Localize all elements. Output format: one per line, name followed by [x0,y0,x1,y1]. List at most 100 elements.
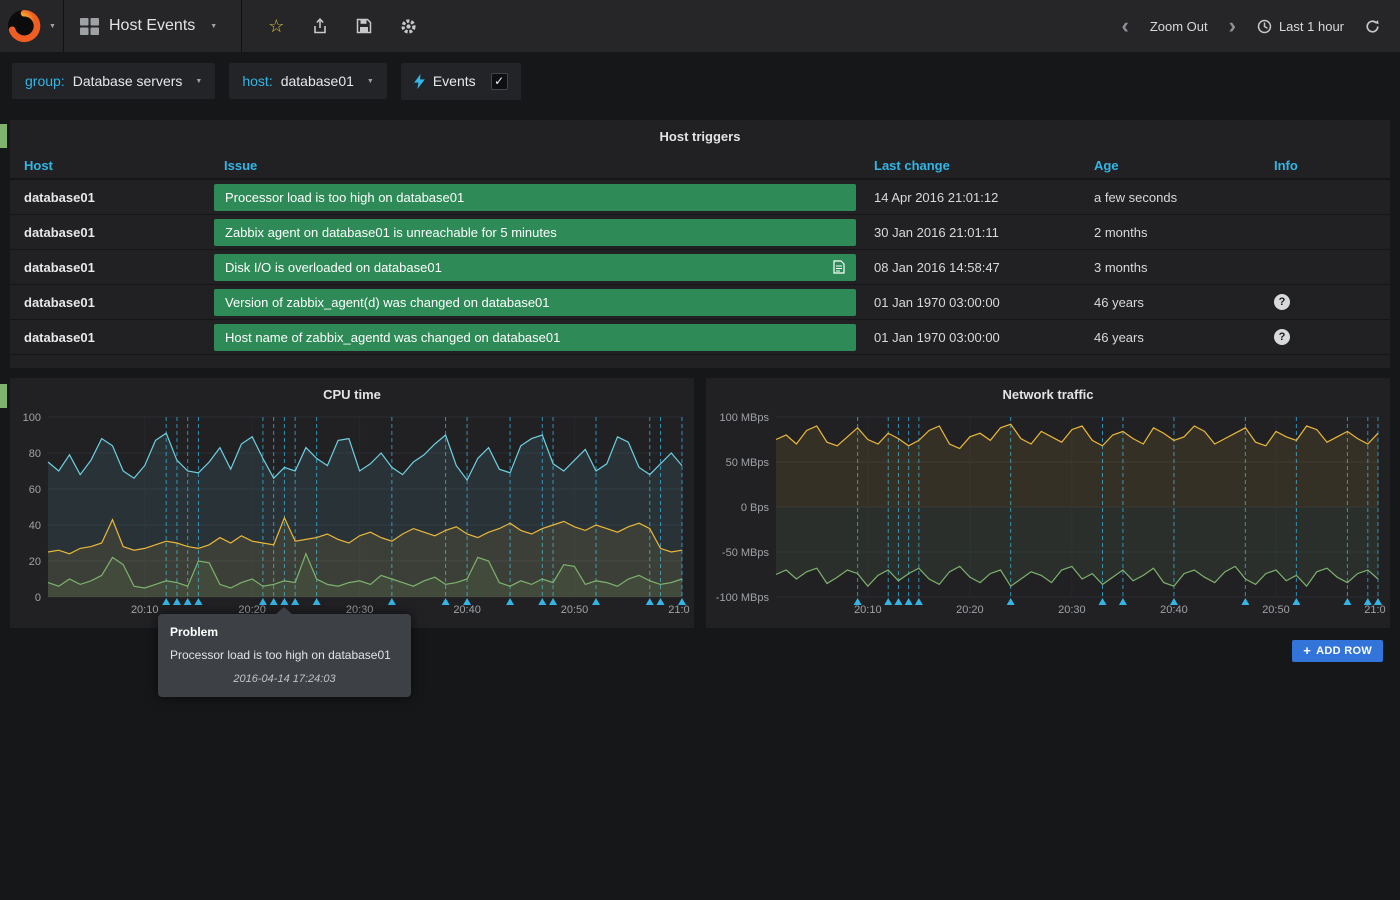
add-row-button[interactable]: + ADD ROW [1292,640,1383,662]
dashboard-settings-button[interactable] [400,18,417,35]
column-header-host: Host [10,158,210,173]
group-variable-value: Database servers [73,73,183,89]
grafana-logo-icon [7,9,41,43]
save-dashboard-button[interactable] [356,18,372,34]
svg-text:80: 80 [29,448,41,460]
grafana-logo-button[interactable]: ▼ [0,0,64,52]
trigger-host: database01 [10,190,210,205]
caret-down-icon: ▼ [195,78,202,85]
column-header-info: Info [1260,158,1390,173]
trigger-host: database01 [10,295,210,310]
star-dashboard-button[interactable]: ☆ [268,17,284,35]
trigger-age: a few seconds [1080,190,1260,205]
trigger-age: 46 years [1080,295,1260,310]
time-shift-forward-button[interactable]: › [1229,17,1236,35]
trigger-info: ? [1260,329,1390,345]
svg-text:0 Bps: 0 Bps [741,502,770,514]
trigger-host: database01 [10,225,210,240]
column-header-last-change: Last change [860,158,1080,173]
trigger-last-change: 01 Jan 1970 03:00:00 [860,330,1080,345]
network-traffic-panel-title[interactable]: Network traffic [706,378,1390,407]
svg-text:20:50: 20:50 [561,604,589,616]
share-dashboard-button[interactable] [312,18,328,34]
plus-icon: + [1303,644,1311,657]
trigger-age: 2 months [1080,225,1260,240]
table-row: database01 Processor load is too high on… [10,180,1390,215]
triggers-table: Host Issue Last change Age Info database… [10,153,1390,355]
tooltip-time: 2016-04-14 17:24:03 [170,673,399,685]
dashboard-title-button[interactable]: Host Events ▼ [64,0,242,52]
svg-text:20: 20 [29,556,41,568]
column-header-age: Age [1080,158,1260,173]
navbar-spacer [443,0,1121,52]
row-menu-handle-charts[interactable] [0,384,7,408]
cpu-time-chart[interactable]: 02040608010020:1020:2020:3020:4020:5021:… [14,409,690,621]
svg-text:20:40: 20:40 [453,604,481,616]
svg-text:20:30: 20:30 [1058,604,1086,616]
trigger-last-change: 01 Jan 1970 03:00:00 [860,295,1080,310]
column-header-issue: Issue [210,158,860,173]
events-checkbox[interactable]: ✓ [491,73,508,90]
trigger-issue-badge: Version of zabbix_agent(d) was changed o… [214,289,856,316]
group-variable-dropdown[interactable]: group: Database servers ▼ [12,63,215,99]
save-icon [356,18,372,34]
clock-icon [1257,19,1272,34]
table-row: database01 Host name of zabbix_agentd wa… [10,320,1390,355]
help-icon[interactable]: ? [1274,294,1290,310]
svg-text:40: 40 [29,520,41,532]
caret-down-icon: ▼ [49,23,56,30]
events-annotation-toggle[interactable]: Events ✓ [401,63,521,100]
trigger-issue-badge: Host name of zabbix_agentd was changed o… [214,324,856,351]
host-variable-label: host: [242,73,272,89]
navbar: ▼ Host Events ▼ ☆ [0,0,1400,52]
trigger-host: database01 [10,260,210,275]
zoom-out-button[interactable]: Zoom Out [1144,18,1214,35]
host-variable-value: database01 [281,73,354,89]
host-triggers-panel: Host triggers Host Issue Last change Age… [10,120,1390,368]
svg-text:0: 0 [35,592,41,604]
refresh-icon [1365,19,1380,34]
table-row: database01 Version of zabbix_agent(d) wa… [10,285,1390,320]
svg-text:100: 100 [23,412,41,424]
trigger-issue-badge: Zabbix agent on database01 is unreachabl… [214,219,856,246]
share-icon [312,18,328,34]
caret-down-icon: ▼ [210,23,217,30]
trigger-host: database01 [10,330,210,345]
network-traffic-chart[interactable]: 100 MBps50 MBps0 Bps-50 MBps-100 MBps20:… [710,409,1386,621]
star-icon: ☆ [268,17,284,35]
svg-text:-50 MBps: -50 MBps [722,547,770,559]
time-shift-back-button[interactable]: ‹ [1122,17,1129,35]
refresh-button[interactable] [1365,19,1380,34]
svg-text:20:10: 20:10 [854,604,882,616]
trigger-age: 46 years [1080,330,1260,345]
annotation-tooltip: Problem Processor load is too high on da… [158,614,411,697]
time-picker-button[interactable]: Last 1 hour [1251,18,1350,35]
trigger-last-change: 30 Jan 2016 21:01:11 [860,225,1080,240]
add-row-label: ADD ROW [1316,645,1372,657]
host-variable-dropdown[interactable]: host: database01 ▼ [229,63,386,99]
svg-text:100 MBps: 100 MBps [719,412,769,424]
tooltip-text: Processor load is too high on database01 [170,648,399,662]
host-triggers-panel-title[interactable]: Host triggers [10,120,1390,149]
help-icon[interactable]: ? [1274,329,1290,345]
group-variable-label: group: [25,73,65,89]
svg-text:60: 60 [29,484,41,496]
time-range-label: Last 1 hour [1279,19,1344,34]
trigger-last-change: 08 Jan 2016 14:58:47 [860,260,1080,275]
table-row: database01 Disk I/O is overloaded on dat… [10,250,1390,285]
caret-down-icon: ▼ [367,78,374,85]
network-traffic-panel: Network traffic 100 MBps50 MBps0 Bps-50 … [706,378,1390,628]
chevron-left-icon: ‹ [1122,17,1129,35]
row-menu-handle-triggers[interactable] [0,124,7,148]
svg-text:-100 MBps: -100 MBps [716,592,770,604]
check-icon: ✓ [494,74,504,88]
triggers-table-header: Host Issue Last change Age Info [10,153,1390,180]
trigger-issue-badge: Disk I/O is overloaded on database01 [214,254,856,281]
cpu-time-panel-title[interactable]: CPU time [10,378,694,407]
trigger-age: 3 months [1080,260,1260,275]
svg-text:20:40: 20:40 [1160,604,1188,616]
cpu-time-panel: CPU time 02040608010020:1020:2020:3020:4… [10,378,694,628]
events-toggle-label: Events [433,73,476,89]
document-icon[interactable] [833,260,845,274]
tooltip-arrow [276,607,292,614]
